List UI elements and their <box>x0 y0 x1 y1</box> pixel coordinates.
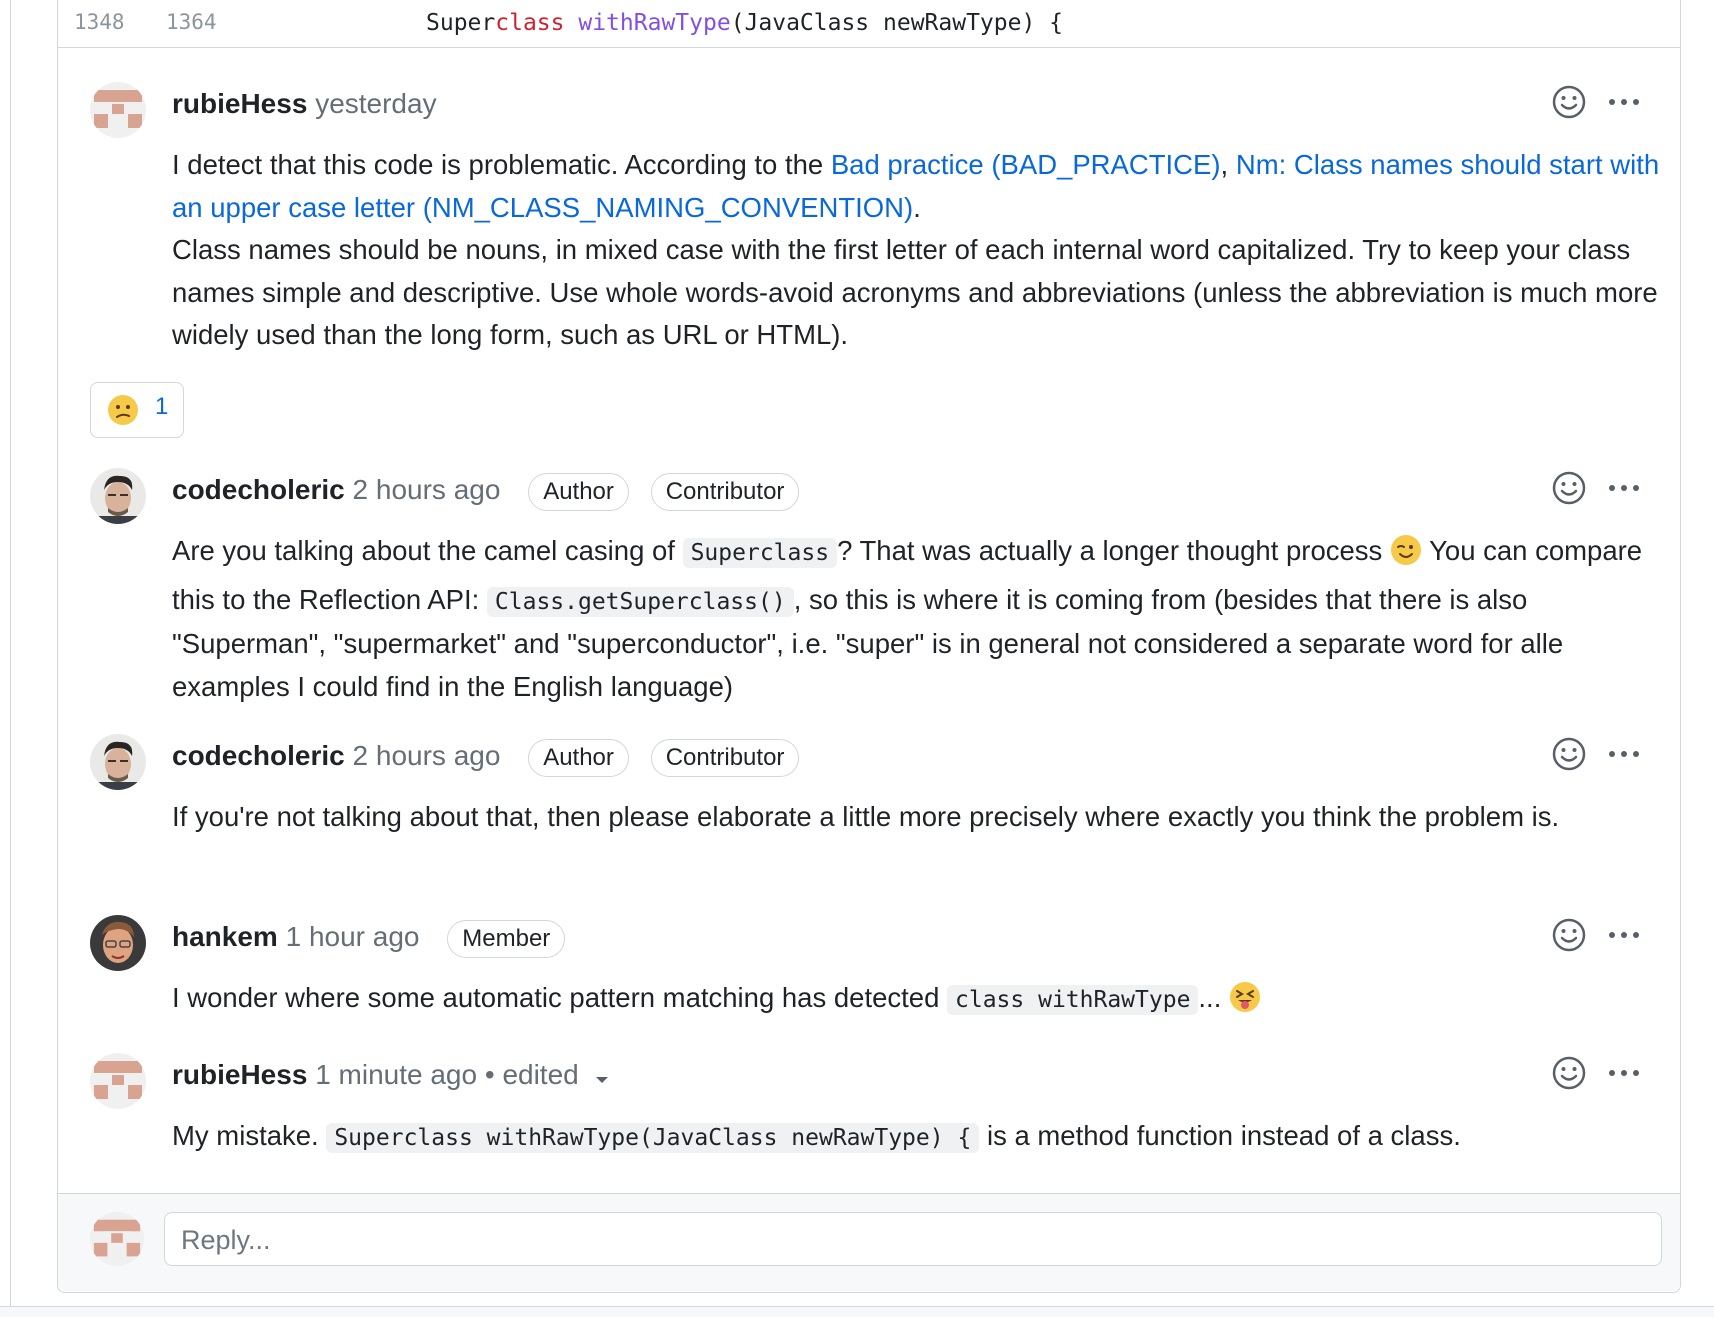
kebab-horizontal-icon[interactable] <box>1606 84 1646 125</box>
author-name[interactable]: rubieHess <box>172 1059 307 1090</box>
add-reaction-smiley-icon[interactable] <box>1551 470 1587 511</box>
page-footer-band <box>0 1306 1714 1317</box>
reply-area: Reply... <box>58 1193 1680 1291</box>
reply-input[interactable]: Reply... <box>164 1212 1662 1266</box>
avatar-rubiehess[interactable] <box>90 82 146 138</box>
comment-time[interactable]: 2 hours ago <box>353 740 501 771</box>
add-reaction-smiley-icon[interactable] <box>1551 1055 1587 1096</box>
avatar-codecholeric[interactable] <box>90 734 146 790</box>
comment-body: My mistake. Superclass withRawType(JavaC… <box>172 1120 1461 1153</box>
contributor-badge: Contributor <box>650 472 800 511</box>
author-name[interactable]: codecholeric <box>172 474 345 505</box>
comment-paragraph: Class names should be nouns, in mixed ca… <box>172 234 1658 350</box>
kebab-horizontal-icon[interactable] <box>1606 1055 1646 1096</box>
triangle-down-icon[interactable] <box>593 1059 611 1095</box>
add-reaction-smiley-icon[interactable] <box>1551 917 1587 958</box>
add-reaction-smiley-icon[interactable] <box>1551 84 1587 125</box>
comment-header: codecholeric 2 hours ago Author Contribu… <box>172 738 800 777</box>
comment-header: hankem 1 hour ago Member <box>172 919 566 958</box>
comment-time[interactable]: 1 hour ago <box>286 921 420 952</box>
comment-time[interactable]: 2 hours ago <box>353 474 501 505</box>
avatar-codecholeric[interactable] <box>90 468 146 524</box>
review-thread: 1348 1364 Superclass withRawType(JavaCla… <box>57 0 1681 1293</box>
inline-code: Superclass <box>682 538 838 568</box>
avatar-hankem[interactable] <box>90 915 146 971</box>
contributor-badge: Contributor <box>650 738 800 777</box>
diff-code: Superclass withRawType(JavaClass newRawT… <box>426 10 1064 36</box>
kebab-horizontal-icon[interactable] <box>1606 736 1646 777</box>
author-badge: Author <box>528 472 629 511</box>
kebab-horizontal-icon[interactable] <box>1606 917 1646 958</box>
comment-body: I wonder where some automatic pattern ma… <box>172 977 1662 1026</box>
author-name[interactable]: codecholeric <box>172 740 345 771</box>
edited-indicator[interactable]: • edited <box>485 1059 579 1090</box>
comment-header: rubieHess yesterday <box>172 86 437 122</box>
comment-header: rubieHess 1 minute ago • edited <box>172 1057 611 1095</box>
reaction-count: 1 <box>155 393 169 420</box>
author-name[interactable]: rubieHess <box>172 88 307 119</box>
inline-code: Superclass withRawType(JavaClass newRawT… <box>326 1123 980 1153</box>
avatar-rubiehess[interactable] <box>90 1053 146 1109</box>
new-line-number[interactable]: 1364 <box>166 10 217 34</box>
winking-face-icon <box>1390 534 1422 579</box>
diff-line: 1348 1364 Superclass withRawType(JavaCla… <box>58 0 1680 48</box>
comment-time[interactable]: 1 minute ago <box>315 1059 477 1090</box>
comment-body: Are you talking about the camel casing o… <box>172 534 1643 702</box>
comment-time[interactable]: yesterday <box>315 88 436 119</box>
inline-code: Class.getSuperclass() <box>486 586 794 617</box>
author-badge: Author <box>528 738 629 777</box>
member-badge: Member <box>447 919 566 958</box>
avatar-current-user[interactable] <box>90 1212 144 1266</box>
comment-header: codecholeric 2 hours ago Author Contribu… <box>172 472 800 511</box>
old-line-number[interactable]: 1348 <box>74 10 125 34</box>
outer-border <box>10 0 11 1316</box>
add-reaction-smiley-icon[interactable] <box>1551 736 1587 777</box>
kebab-horizontal-icon[interactable] <box>1606 470 1646 511</box>
reaction-confused-button[interactable]: 1 <box>90 382 184 438</box>
confused-face-icon <box>107 394 139 431</box>
squinting-face-with-tongue-icon <box>1229 981 1261 1026</box>
comment-body: I detect that this code is problematic. … <box>172 149 1660 350</box>
comment-body: If you're not talking about that, then p… <box>172 801 1560 832</box>
inline-code: class withRawType <box>947 985 1199 1015</box>
author-name[interactable]: hankem <box>172 921 278 952</box>
bad-practice-link[interactable]: Bad practice (BAD_PRACTICE) <box>831 149 1221 180</box>
